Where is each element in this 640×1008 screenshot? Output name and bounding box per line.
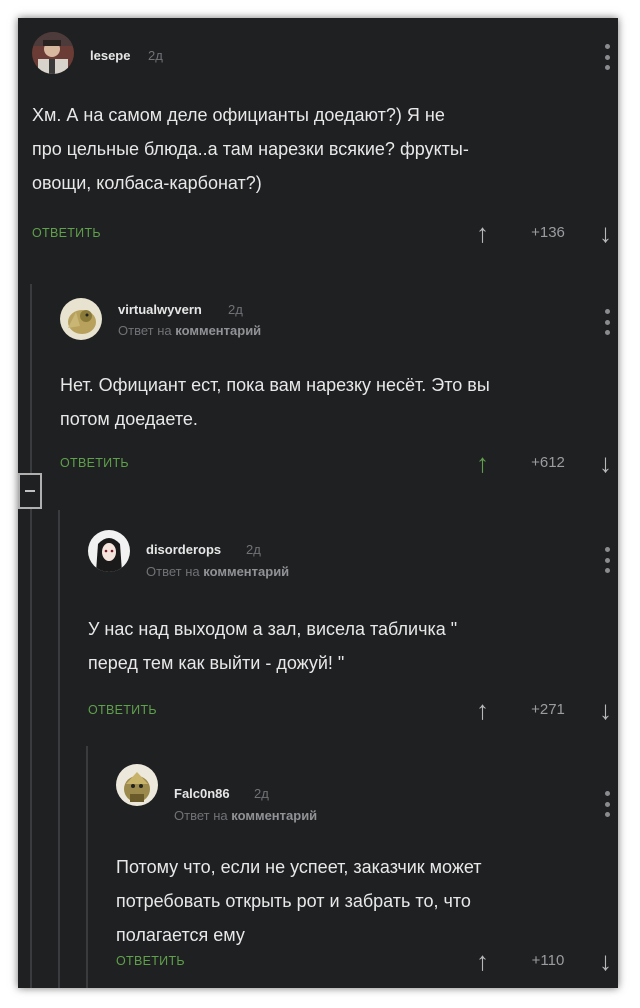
reply-to-label: Ответ на комментарий — [118, 323, 262, 338]
thread-line — [30, 284, 32, 988]
more-options-icon[interactable] — [604, 791, 610, 817]
downvote-icon[interactable]: ↓ — [599, 695, 612, 725]
thread-line — [86, 746, 88, 988]
score: +136 — [531, 224, 565, 241]
username[interactable]: virtualwyvern — [118, 302, 202, 317]
collapse-thread-button[interactable] — [18, 473, 42, 509]
comment-text: У нас над выходом а зал, висела табличка… — [88, 619, 458, 673]
avatar[interactable] — [32, 32, 74, 74]
avatar[interactable] — [60, 298, 102, 340]
thread-line — [58, 510, 60, 988]
comment: disorderops 2д Ответ на комментарий У на… — [88, 524, 618, 734]
reply-button[interactable]: ОТВЕТИТЬ — [88, 703, 157, 717]
downvote-icon[interactable]: ↓ — [599, 448, 612, 478]
score: +612 — [531, 454, 565, 471]
upvote-icon[interactable]: ↑ — [476, 695, 489, 725]
reply-to-label: Ответ на комментарий — [146, 564, 290, 579]
timestamp: 2д — [148, 48, 163, 63]
vote-bar: ↑ +612 ↓ — [458, 448, 618, 478]
vote-bar: ↑ +110 ↓ — [458, 946, 618, 976]
timestamp: 2д — [246, 542, 261, 557]
comment-text: Нет. Официант ест, пока вам нарезку несё… — [60, 375, 490, 429]
timestamp: 2д — [254, 786, 269, 801]
more-options-icon[interactable] — [604, 547, 610, 573]
upvote-icon[interactable]: ↑ — [476, 946, 489, 976]
username[interactable]: lesepe — [90, 48, 130, 63]
reply-to-label: Ответ на комментарий — [174, 808, 318, 823]
more-options-icon[interactable] — [604, 309, 610, 335]
comment-thread: lesepe 2д Хм. А на самом деле официанты … — [18, 18, 618, 988]
comment: lesepe 2д Хм. А на самом деле официанты … — [32, 28, 618, 268]
reply-button[interactable]: ОТВЕТИТЬ — [32, 226, 101, 240]
timestamp: 2д — [228, 302, 243, 317]
downvote-icon[interactable]: ↓ — [599, 946, 612, 976]
avatar[interactable] — [116, 764, 158, 806]
username[interactable]: Falc0n86 — [174, 786, 230, 801]
reply-button[interactable]: ОТВЕТИТЬ — [60, 456, 129, 470]
vote-bar: ↑ +271 ↓ — [458, 695, 618, 725]
comment-text: Потому что, если не успеет, заказчик мож… — [116, 857, 482, 945]
comment-text: Хм. А на самом деле официанты доедают?) … — [32, 105, 469, 193]
score: +271 — [531, 701, 565, 718]
username[interactable]: disorderops — [146, 542, 221, 557]
score: +110 — [531, 952, 565, 969]
upvote-icon[interactable]: ↑ — [476, 218, 489, 248]
comment: Falc0n86 2д Ответ на комментарий Потому … — [116, 758, 618, 986]
reply-button[interactable]: ОТВЕТИТЬ — [116, 954, 185, 968]
comment: virtualwyvern 2д Ответ на комментарий Не… — [60, 290, 618, 490]
upvote-icon[interactable]: ↑ — [476, 448, 489, 478]
vote-bar: ↑ +136 ↓ — [458, 218, 618, 248]
downvote-icon[interactable]: ↓ — [599, 218, 612, 248]
avatar[interactable] — [88, 530, 130, 572]
more-options-icon[interactable] — [604, 44, 610, 70]
